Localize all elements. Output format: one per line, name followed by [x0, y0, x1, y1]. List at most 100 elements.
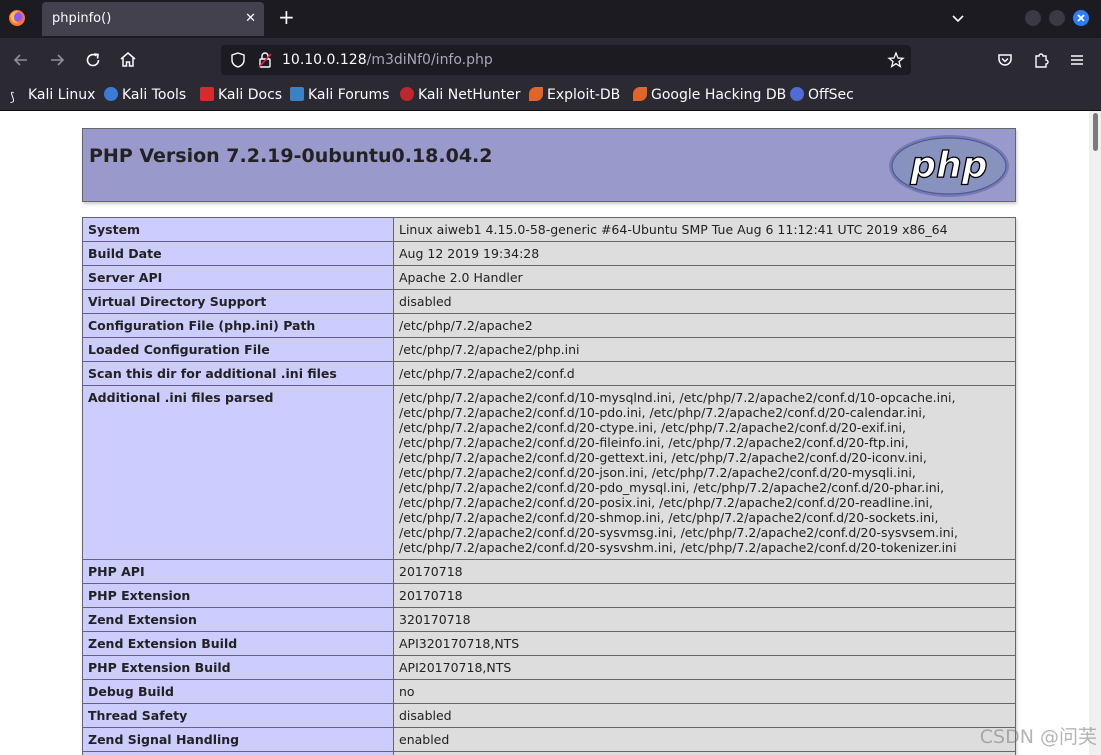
shield-icon[interactable] [229, 51, 247, 69]
new-tab-button[interactable]: + [278, 7, 295, 27]
minimize-button[interactable] [1025, 10, 1041, 26]
bookmark-label: Google Hacking DB [651, 87, 787, 103]
bookmark-star-icon[interactable] [887, 51, 905, 69]
row-value: 320170718 [393, 607, 1016, 632]
row-key: PHP API [82, 559, 394, 584]
url-text[interactable]: 10.10.0.128/m3diNf0/info.php [282, 52, 493, 68]
table-row: Thread Safety disabled [82, 703, 1016, 728]
row-key: Loaded Configuration File [82, 337, 394, 362]
bookmark-kali-docs[interactable]: Kali Docs [200, 87, 282, 103]
bookmark-kali-linux[interactable]: ⟆ Kali Linux [10, 87, 95, 104]
kali-tools-icon [104, 87, 118, 101]
exploit-db-icon [529, 87, 543, 101]
php-logo[interactable]: php [887, 133, 1011, 199]
row-value: /etc/php/7.2/apache2/conf.d [393, 361, 1016, 386]
kali-nethunter-icon [400, 87, 414, 101]
table-row: Loaded Configuration File/etc/php/7.2/ap… [82, 337, 1016, 362]
table-row: PHP Extension 20170718 [82, 583, 1016, 608]
kali-dragon-icon: ⟆ [10, 90, 24, 104]
row-value: API20170718,NTS [393, 655, 1016, 680]
row-value: API320170718,NTS [393, 631, 1016, 656]
bookmark-google-hacking-db[interactable]: Google Hacking DB [633, 87, 786, 103]
row-key: Zend Memory Manager [82, 751, 394, 755]
bookmark-label: Kali Forums [308, 87, 390, 103]
row-key: Additional .ini files parsed [82, 385, 394, 560]
kali-forums-icon [290, 87, 304, 101]
maximize-button[interactable] [1049, 10, 1065, 26]
chevron-down-icon[interactable] [950, 10, 966, 26]
row-key: PHP Extension Build [82, 655, 394, 680]
tab-active[interactable]: phpinfo() ✕ [42, 2, 264, 36]
watermark: CSDN @问芙 [979, 726, 1097, 748]
php-version-title: PHP Version 7.2.19-0ubuntu0.18.04.2 [89, 145, 493, 167]
row-key: Configuration File (php.ini) Path [82, 313, 394, 338]
page-viewport: PHP Version 7.2.19-0ubuntu0.18.04.2 php … [0, 111, 1101, 755]
row-value: 20170718 [393, 583, 1016, 608]
insecure-lock-icon[interactable] [257, 51, 273, 69]
row-value: enabled [393, 727, 1016, 752]
row-key: Debug Build [82, 679, 394, 704]
menu-icon[interactable] [1067, 50, 1087, 70]
url-path: /m3diNf0/info.php [366, 52, 493, 68]
row-key: Scan this dir for additional .ini files [82, 361, 394, 386]
kali-docs-icon [200, 87, 214, 101]
row-value: 20170718 [393, 559, 1016, 584]
bookmark-kali-tools[interactable]: Kali Tools [104, 87, 186, 103]
row-value: Apache 2.0 Handler [393, 265, 1016, 290]
bookmark-kali-forums[interactable]: Kali Forums [290, 87, 389, 103]
firefox-icon[interactable] [8, 9, 26, 27]
table-row: Zend Extension Build API320170718,NTS [82, 631, 1016, 656]
navigation-bar: 10.10.0.128/m3diNf0/info.php [0, 38, 1101, 82]
table-row: Virtual Directory Support disabled [82, 289, 1016, 314]
tab-close-icon[interactable]: ✕ [245, 11, 256, 26]
ghdb-icon [633, 87, 647, 101]
bookmarks-toolbar: ⟆ Kali Linux Kali Tools Kali Docs Kali Fo… [0, 82, 1101, 111]
php-info-table: System Linux aiweb1 4.15.0-58-generic #64… [82, 217, 1016, 755]
php-version-header: PHP Version 7.2.19-0ubuntu0.18.04.2 php [82, 128, 1016, 202]
bookmark-label: Kali Linux [28, 87, 96, 103]
table-row: PHP Extension Build API20170718,NTS [82, 655, 1016, 680]
row-key: Build Date [82, 241, 394, 266]
forward-icon[interactable] [47, 50, 67, 70]
pocket-icon[interactable] [995, 50, 1015, 70]
table-row: Server API Apache 2.0 Handler [82, 265, 1016, 290]
row-key: Thread Safety [82, 703, 394, 728]
bookmark-label: Exploit-DB [547, 87, 621, 103]
close-window-button[interactable] [1073, 10, 1089, 26]
row-key: Server API [82, 265, 394, 290]
reload-icon[interactable] [83, 50, 103, 70]
row-value: no [393, 679, 1016, 704]
vertical-scrollbar[interactable] [1089, 111, 1101, 755]
php-logo-text: php [909, 145, 987, 186]
bookmark-label: Kali NetHunter [418, 87, 521, 103]
tab-bar: phpinfo() ✕ + [0, 0, 1101, 38]
table-row: Zend Extension 320170718 [82, 607, 1016, 632]
row-key: Zend Extension [82, 607, 394, 632]
close-icon [1077, 14, 1085, 22]
offsec-icon [790, 87, 804, 101]
scrollbar-thumb[interactable] [1093, 113, 1098, 151]
extensions-icon[interactable] [1031, 50, 1051, 70]
bookmark-label: Kali Tools [122, 87, 187, 103]
row-key: Zend Extension Build [82, 631, 394, 656]
url-bar[interactable]: 10.10.0.128/m3diNf0/info.php [221, 45, 911, 75]
table-row: Debug Build no [82, 679, 1016, 704]
row-value: disabled [393, 703, 1016, 728]
table-row: System Linux aiweb1 4.15.0-58-generic #64… [82, 217, 1016, 242]
row-value: Aug 12 2019 19:34:28 [393, 241, 1016, 266]
back-icon[interactable] [11, 50, 31, 70]
bookmark-offsec[interactable]: OffSec [790, 87, 854, 103]
bookmark-label: Kali Docs [218, 87, 283, 103]
table-row: PHP API 20170718 [82, 559, 1016, 584]
row-value: /etc/php/7.2/apache2/php.ini [393, 337, 1016, 362]
row-key: System [82, 217, 394, 242]
row-key: Virtual Directory Support [82, 289, 394, 314]
table-row: Configuration File (php.ini) Path/etc/ph… [82, 313, 1016, 338]
row-value: enabled [393, 751, 1016, 755]
bookmark-kali-nethunter[interactable]: Kali NetHunter [400, 87, 520, 103]
home-icon[interactable] [118, 50, 138, 70]
row-value: /etc/php/7.2/apache2 [393, 313, 1016, 338]
row-value: /etc/php/7.2/apache2/conf.d/10-mysqlnd.i… [393, 385, 1016, 560]
table-row: Zend Memory Managerenabled [82, 751, 1016, 755]
bookmark-exploit-db[interactable]: Exploit-DB [529, 87, 620, 103]
